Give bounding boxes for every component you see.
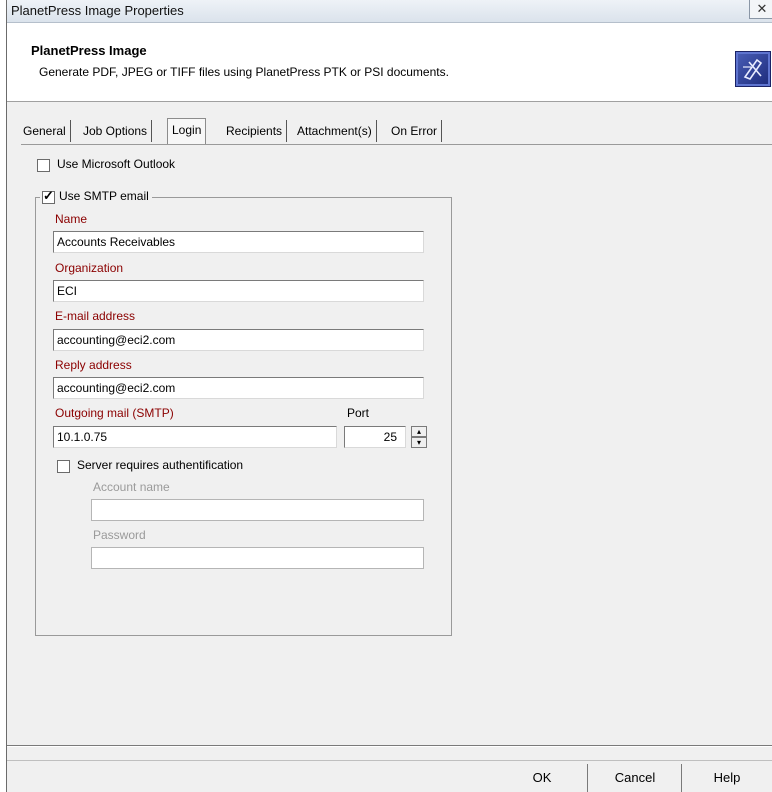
- tab-job-options[interactable]: Job Options: [79, 120, 153, 142]
- smtp-label: Outgoing mail (SMTP): [55, 406, 174, 420]
- window-title: PlanetPress Image Properties: [11, 3, 184, 18]
- tab-general[interactable]: General: [19, 120, 71, 142]
- account-name-label: Account name: [93, 480, 170, 494]
- tab-attachments[interactable]: Attachment(s): [293, 120, 377, 142]
- tab-on-error[interactable]: On Error: [387, 120, 443, 142]
- tab-recipients[interactable]: Recipients: [222, 120, 288, 142]
- name-label: Name: [55, 212, 88, 226]
- use-outlook-checkbox[interactable]: [37, 159, 50, 172]
- button-area-edge: [7, 760, 772, 761]
- port-field[interactable]: 25: [344, 426, 406, 448]
- planetpress-icon: [735, 51, 771, 87]
- auth-checkbox[interactable]: [57, 460, 70, 473]
- reply-field[interactable]: accounting@eci2.com: [53, 377, 424, 399]
- organization-field[interactable]: ECI: [53, 280, 424, 302]
- properties-dialog: PlanetPress Image Properties ✕ PlanetPre…: [6, 0, 772, 792]
- use-smtp-checkbox[interactable]: ✓: [42, 188, 55, 204]
- smtp-server-field[interactable]: 10.1.0.75: [53, 426, 337, 448]
- header-subtitle: Generate PDF, JPEG or TIFF files using P…: [39, 65, 449, 79]
- use-smtp-label: Use SMTP email: [59, 189, 149, 203]
- organization-label: Organization: [55, 261, 124, 275]
- email-field[interactable]: accounting@eci2.com: [53, 329, 424, 351]
- port-spin-up-button[interactable]: ▴: [411, 426, 427, 437]
- title-bar: PlanetPress Image Properties ✕: [7, 0, 772, 23]
- header-title: PlanetPress Image: [31, 43, 147, 58]
- email-label: E-mail address: [55, 309, 136, 323]
- dialog-header: PlanetPress Image Generate PDF, JPEG or …: [7, 23, 772, 102]
- ok-button[interactable]: OK: [497, 764, 588, 792]
- footer-divider-highlight: [7, 746, 772, 747]
- auth-label: Server requires authentification: [77, 458, 244, 472]
- password-field[interactable]: [91, 547, 424, 569]
- reply-label: Reply address: [55, 358, 132, 372]
- name-field[interactable]: Accounts Receivables: [53, 231, 424, 253]
- use-outlook-label: Use Microsoft Outlook: [57, 157, 176, 171]
- account-name-field[interactable]: [91, 499, 424, 521]
- password-label: Password: [93, 528, 146, 542]
- port-spin-down-button[interactable]: ▾: [411, 437, 427, 448]
- help-button[interactable]: Help: [683, 764, 771, 792]
- close-button[interactable]: ✕: [749, 0, 772, 19]
- tab-login[interactable]: Login: [167, 118, 207, 144]
- check-icon: ✓: [43, 188, 54, 203]
- cancel-button[interactable]: Cancel: [589, 764, 682, 792]
- port-label: Port: [347, 406, 370, 420]
